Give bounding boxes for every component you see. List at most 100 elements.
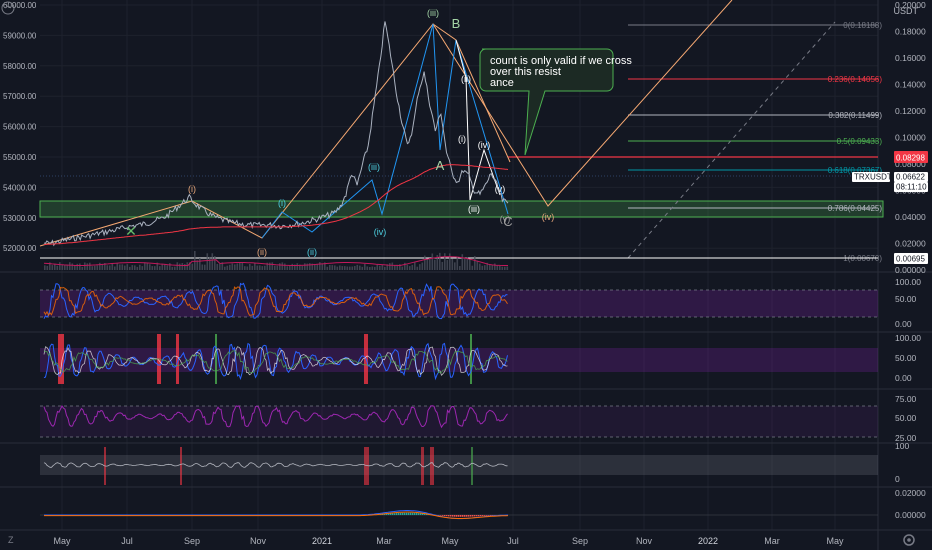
volume-bar — [361, 266, 364, 270]
wave-label: (ii) — [307, 247, 317, 257]
macd-histogram-bar — [408, 512, 410, 515]
volume-bar — [284, 263, 286, 270]
annotation-line-3: ance — [490, 77, 514, 89]
time-axis-label: May — [826, 536, 844, 546]
volume-bar — [136, 266, 139, 270]
volume-bar — [499, 265, 501, 270]
left-price-axis[interactable]: 60000.0059000.0058000.0057000.0056000.00… — [3, 1, 37, 253]
time-axis-label: May — [441, 536, 459, 546]
volume-bar — [144, 262, 146, 270]
volume-bar — [414, 262, 416, 270]
volume-bar — [374, 266, 376, 270]
volume-bar — [286, 266, 289, 270]
volume-bar — [111, 263, 114, 270]
volume-bar — [419, 264, 421, 270]
time-axis-label: Nov — [250, 536, 267, 546]
time-axis-label: Jul — [121, 536, 133, 546]
volume-bar — [471, 265, 474, 270]
volume-bar — [209, 256, 211, 270]
volume-bar — [331, 265, 334, 270]
volume-bar — [411, 264, 414, 270]
time-axis-label: Nov — [636, 536, 653, 546]
right-axis-tick: 0.14000 — [895, 80, 926, 90]
wave-label: (iv) — [374, 227, 387, 237]
wave-label: (i) — [278, 198, 286, 208]
macd-histogram-bar — [416, 513, 418, 515]
oscillator-3-pane[interactable] — [40, 405, 878, 438]
oscillator-axis-tick: 0.00 — [895, 319, 912, 329]
volume-bar — [219, 263, 221, 270]
volume-bar — [114, 266, 116, 270]
macd-histogram-bar — [484, 515, 486, 516]
volume-bar — [469, 258, 471, 270]
volume-bar — [134, 265, 136, 270]
right-axis-tick: 0.18000 — [895, 27, 926, 37]
fib-level-label: 0.786(0.04425) — [828, 204, 883, 213]
volume-bar — [394, 265, 396, 270]
wave-label: (v) — [495, 184, 506, 194]
macd-histogram-bar — [394, 513, 396, 515]
volume-bar — [206, 253, 209, 270]
volume-bar — [91, 266, 94, 270]
time-axis-label: May — [53, 536, 71, 546]
macd-histogram-bar — [444, 515, 446, 517]
macd-histogram-bar — [418, 513, 420, 515]
volume-bar — [119, 264, 121, 270]
left-axis-tick: 54000.00 — [3, 183, 37, 192]
macd-histogram-bar — [462, 515, 464, 517]
volume-bar — [176, 262, 179, 270]
volume-bar — [391, 262, 394, 270]
volume-bar — [441, 261, 444, 270]
volume-bar — [199, 257, 201, 270]
macd-histogram-bar — [460, 515, 462, 517]
volume-bar — [446, 260, 449, 270]
time-axis-label: 2022 — [698, 536, 718, 546]
volume-bar — [384, 266, 386, 270]
wave-label: (iv) — [478, 140, 491, 150]
oscillator-2-highlight-bar — [470, 334, 472, 384]
oscillator-4-highlight-bar — [430, 447, 434, 485]
volume-bar — [169, 263, 171, 270]
volume-bar — [181, 262, 184, 270]
volume-bar — [244, 266, 246, 270]
volume-bar — [506, 266, 509, 270]
left-axis-tick: 59000.00 — [3, 31, 37, 40]
volume-bar — [224, 266, 226, 270]
macd-histogram-bar — [412, 512, 414, 515]
macd-histogram-bar — [476, 515, 478, 517]
volume-bar — [139, 264, 141, 270]
volume-bar — [359, 265, 361, 270]
left-axis-tick: 52000.00 — [3, 244, 37, 253]
volume-bar — [321, 263, 324, 270]
macd-histogram-bar — [450, 515, 452, 517]
volume-bar — [439, 252, 441, 270]
macd-histogram-bar — [454, 515, 456, 517]
volume-bar — [349, 266, 351, 270]
volume-bar — [201, 264, 204, 270]
volume-bar — [489, 264, 491, 270]
oscillator-axis-tick: 0.00 — [895, 373, 912, 383]
oscillator-axis-tick: 0.00000 — [895, 510, 926, 520]
macd-histogram-bar — [442, 515, 444, 516]
price-flag-label: TRXUSDT — [854, 173, 892, 182]
volume-bar — [231, 263, 234, 270]
volume-bar — [96, 265, 99, 270]
volume-bar — [304, 263, 306, 270]
timezone-toggle-icon[interactable]: Z — [8, 535, 14, 545]
volume-bar — [351, 266, 354, 270]
volume-bar — [341, 266, 344, 270]
volume-bar — [126, 264, 129, 270]
macd-histogram-bar — [414, 512, 416, 515]
volume-bar — [236, 263, 239, 270]
volume-bar — [214, 256, 216, 270]
volume-bar — [249, 263, 251, 270]
volume-bar — [336, 266, 339, 270]
time-axis-label: Mar — [764, 536, 780, 546]
volume-bar — [124, 265, 126, 270]
price-flag-label: 0.08298 — [896, 154, 925, 163]
macd-histogram-bar — [458, 515, 460, 517]
wave-label: A — [436, 158, 445, 173]
price-flag-label: 0.00695 — [896, 255, 925, 264]
chart-canvas[interactable]: 0(0.18188) 0.236(0.14056) 0.382(0.11499) 0.… — [0, 0, 932, 550]
volume-bar — [401, 266, 404, 270]
